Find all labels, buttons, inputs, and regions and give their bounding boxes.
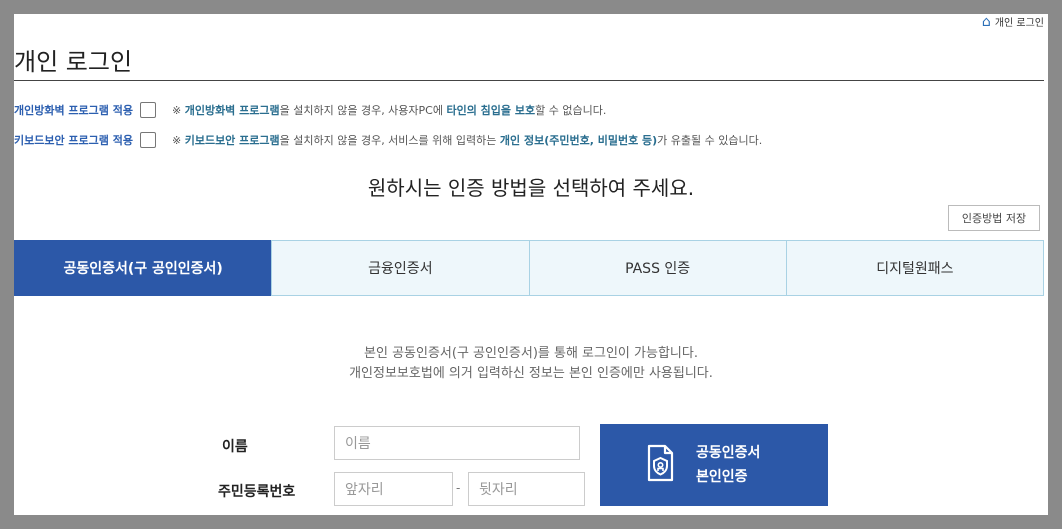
tab-pass-auth[interactable]: PASS 인증 — [528, 240, 787, 296]
login-page: ⌂ 개인 로그인 개인 로그인 개인방화벽 프로그램 적용 ※ 개인방화벽 프로… — [14, 14, 1048, 515]
firewall-note: ※ 개인방화벽 프로그램을 설치하지 않을 경우, 사용자PC에 타인의 침입을… — [171, 104, 607, 117]
keyboard-security-option-row: 키보드보안 프로그램 적용 ※ 키보드보안 프로그램을 설치하지 않을 경우, … — [14, 132, 762, 148]
rrn-front-input[interactable]: 앞자리 — [334, 472, 453, 506]
auth-method-tabs: 공동인증서(구 공인인증서) 금융인증서 PASS 인증 디지털원패스 — [14, 240, 1044, 296]
rrn-back-input[interactable]: 뒷자리 — [468, 472, 585, 506]
tab-digital-onepass[interactable]: 디지털원패스 — [785, 240, 1044, 296]
keyboard-security-option-label: 키보드보안 프로그램 적용 — [14, 134, 133, 147]
rrn-label: 주민등록번호 — [218, 484, 296, 500]
name-input[interactable]: 이름 — [334, 426, 580, 460]
certificate-document-icon — [640, 443, 680, 487]
certificate-auth-button[interactable]: 공동인증서 본인인증 — [600, 424, 828, 506]
personal-login-link-label: 개인 로그인 — [994, 18, 1044, 29]
firewall-option-row: 개인방화벽 프로그램 적용 ※ 개인방화벽 프로그램을 설치하지 않을 경우, … — [14, 102, 606, 118]
save-auth-method-button[interactable]: 인증방법 저장 — [948, 205, 1040, 231]
title-divider — [14, 80, 1044, 81]
description-line-2: 개인정보보호법에 의거 입력하신 정보는 본인 인증에만 사용됩니다. — [349, 366, 713, 381]
certificate-description: 본인 공동인증서(구 공인인증서)를 통해 로그인이 가능합니다. 개인정보보호… — [14, 344, 1048, 384]
keyboard-security-checkbox[interactable] — [139, 132, 156, 148]
personal-login-link[interactable]: ⌂ 개인 로그인 — [981, 14, 1044, 30]
tab-joint-certificate[interactable]: 공동인증서(구 공인인증서) — [14, 240, 273, 296]
auth-method-headline: 원하시는 인증 방법을 선택하여 주세요. — [367, 176, 695, 200]
description-line-1: 본인 공동인증서(구 공인인증서)를 통해 로그인이 가능합니다. — [364, 346, 698, 361]
home-icon: ⌂ — [981, 14, 991, 30]
certificate-auth-label: 공동인증서 본인인증 — [696, 445, 761, 485]
name-label: 이름 — [222, 439, 248, 455]
firewall-checkbox[interactable] — [139, 102, 156, 118]
keyboard-security-note: ※ 키보드보안 프로그램을 설치하지 않을 경우, 서비스를 위해 입력하는 개… — [171, 134, 763, 147]
tab-financial-certificate[interactable]: 금융인증서 — [271, 240, 530, 296]
rrn-separator: - — [456, 481, 461, 495]
page-title: 개인 로그인 — [14, 48, 133, 76]
firewall-option-label: 개인방화벽 프로그램 적용 — [14, 104, 133, 117]
